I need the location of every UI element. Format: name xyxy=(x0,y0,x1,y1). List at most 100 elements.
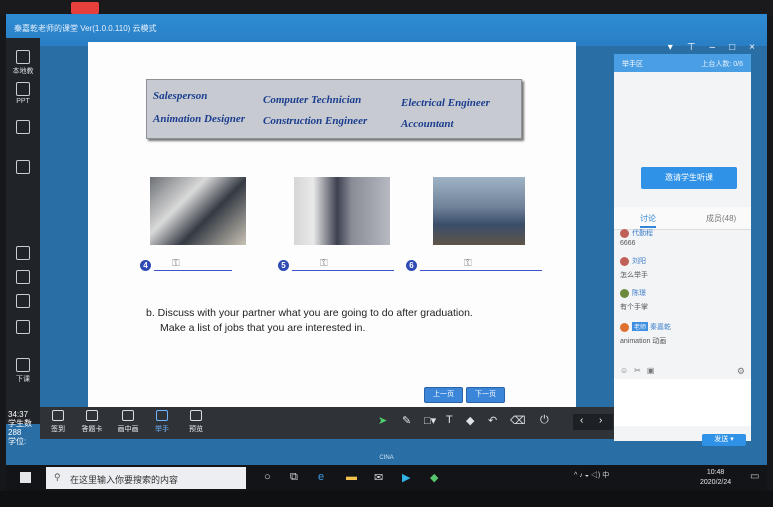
maximize-icon[interactable]: □ xyxy=(729,42,735,53)
avatar xyxy=(620,256,629,266)
cortana-icon[interactable]: ○ xyxy=(264,471,271,483)
task-view-icon[interactable]: ⧉ xyxy=(290,471,298,484)
sidebar-item-ppt[interactable]: PPT xyxy=(10,82,36,105)
chat-text: 怎么举手 xyxy=(620,272,648,279)
toolbar-answer-card[interactable]: 答题卡 xyxy=(80,410,104,434)
tab-discussion[interactable]: 讨论 xyxy=(640,213,656,228)
system-tray: ^ ♪ ◒ ◁) 中 xyxy=(574,470,609,480)
answer-line xyxy=(154,270,232,271)
gear-icon[interactable]: ⚙ xyxy=(737,366,745,377)
image-icon[interactable]: ▣ xyxy=(647,366,661,375)
chevron-left-icon[interactable]: ‹ xyxy=(580,415,583,426)
sidebar-item-7[interactable] xyxy=(10,294,36,310)
chat-message: 陈璟 xyxy=(620,288,646,298)
app-icon[interactable]: ▶ xyxy=(402,471,410,484)
job-computer-technician: Computer Technician xyxy=(263,94,362,106)
app-title: 秦嘉乾老师的课堂 Ver(1.0.0.110) 云模式 xyxy=(14,24,157,33)
screen-icon xyxy=(16,120,30,134)
invite-students-button[interactable]: 邀请学生听课 xyxy=(641,167,737,189)
monitor-bezel-bottom xyxy=(0,491,773,507)
tab-members[interactable]: 成员(48) xyxy=(706,213,736,224)
job-construction-engineer: Construction Engineer xyxy=(263,115,368,127)
volume-icon[interactable]: ◁) xyxy=(591,472,600,479)
windows-start-icon[interactable] xyxy=(20,472,31,483)
edge-icon[interactable]: e xyxy=(318,471,324,483)
answer-line xyxy=(292,270,394,271)
chat-messages: 代勤程 6666 刘阳 怎么举手 陈璟 有个手掌 老师 秦嘉乾 animation… xyxy=(614,228,751,360)
emoji-icon[interactable]: ☺ xyxy=(620,366,634,375)
camera-icon xyxy=(16,160,30,174)
music-icon xyxy=(16,294,30,308)
photo-accountant xyxy=(150,177,246,245)
exit-icon[interactable]: ⏻ xyxy=(540,414,549,427)
end-class-button[interactable]: 下课 xyxy=(10,358,36,384)
pointer-icon[interactable]: ➤ xyxy=(378,414,387,427)
card-icon xyxy=(86,410,98,421)
input-language[interactable]: 中 xyxy=(602,472,609,479)
monitor: 秦嘉乾老师的课堂 Ver(1.0.0.110) 云模式 ▾ ⊤ – □ × 本地… xyxy=(0,0,773,507)
prev-page-button[interactable]: 上一页 xyxy=(424,387,463,403)
eraser-icon[interactable]: ◆ xyxy=(466,414,474,427)
shape-icon[interactable]: □▾ xyxy=(424,414,436,427)
chevron-right-icon[interactable]: › xyxy=(599,415,602,426)
mail-icon[interactable]: ✉ xyxy=(374,471,383,484)
chat-message: 代勤程 xyxy=(620,228,653,238)
next-page-button[interactable]: 下一页 xyxy=(466,387,505,403)
chat-message: 刘阳 xyxy=(620,256,646,266)
chat-message: 老师 秦嘉乾 xyxy=(620,322,671,332)
undo-icon[interactable]: ↶ xyxy=(488,414,497,427)
job-accountant: Accountant xyxy=(401,118,454,130)
scissors-icon[interactable]: ✂ xyxy=(634,366,647,375)
settings-icon xyxy=(16,246,30,260)
jobs-word-box: Salesperson Computer Technician Electric… xyxy=(146,79,522,139)
answer-line xyxy=(420,270,542,271)
hand-raise-header: 举手区 上台人数: 0/6 xyxy=(614,54,751,72)
close-icon[interactable]: × xyxy=(749,42,755,53)
trash-icon[interactable]: ⌫ xyxy=(510,414,526,427)
avatar xyxy=(620,288,629,298)
stage-count: 上台人数: 0/6 xyxy=(701,61,743,68)
bottom-toolbar: 签到 答题卡 画中画 举手 预览 ➤ ✎ □▾ T ◆ ↶ ⌫ ⏻ xyxy=(40,407,614,439)
pip-icon xyxy=(122,410,134,421)
chat-input[interactable] xyxy=(614,379,751,426)
calendar-icon xyxy=(52,410,64,421)
windows-taskbar: ⚲ 在这里输入你要搜索的内容 ○ ⧉ e ▬ ✉ ▶ ◆ ^ ♪ ◒ ◁) 中 … xyxy=(6,465,767,491)
explorer-icon[interactable]: ▬ xyxy=(346,471,357,483)
screen: 秦嘉乾老师的课堂 Ver(1.0.0.110) 云模式 ▾ ⊤ – □ × 本地… xyxy=(6,14,767,498)
toolbar-picture-in-picture[interactable]: 画中画 xyxy=(116,410,140,434)
toolbar-signin[interactable]: 签到 xyxy=(46,410,70,434)
sidebar-item-local[interactable]: 本地教 xyxy=(10,50,36,76)
power-icon xyxy=(16,358,30,372)
ppt-icon xyxy=(16,82,30,96)
sidebar-item-4[interactable] xyxy=(10,160,36,176)
search-placeholder: 在这里输入你要搜索的内容 xyxy=(70,475,179,485)
tray-chevron-icon[interactable]: ^ xyxy=(574,472,577,479)
folder-icon xyxy=(16,50,30,64)
sidebar-item-8[interactable] xyxy=(10,320,36,336)
restore-icon[interactable]: ⊤ xyxy=(687,42,696,53)
pen-icon[interactable]: ✎ xyxy=(402,414,411,427)
taskbar-search[interactable]: ⚲ 在这里输入你要搜索的内容 xyxy=(46,467,246,489)
toolbar-raise-hand[interactable]: 举手 xyxy=(150,410,174,434)
chat-tools: ☺✂▣ xyxy=(620,366,660,375)
device-label: CINA xyxy=(379,455,394,461)
mic-icon[interactable]: ♪ xyxy=(579,472,583,479)
notification-icon[interactable]: ▭ xyxy=(750,471,759,482)
answer-blank-6: 6 ⚿ xyxy=(406,258,542,274)
network-icon[interactable]: ◒ xyxy=(585,472,589,479)
send-button[interactable]: 发送 ▾ xyxy=(702,434,746,446)
text-icon[interactable]: T xyxy=(446,414,453,426)
classroom-app-icon[interactable]: ◆ xyxy=(430,471,438,484)
sidebar-item-5[interactable] xyxy=(10,246,36,262)
toolbar-preview[interactable]: 预览 xyxy=(184,410,208,434)
minimize-icon[interactable]: – xyxy=(710,42,716,53)
taskbar-clock[interactable]: 10:48 2020/2/24 xyxy=(700,468,731,488)
job-salesperson: Salesperson xyxy=(153,90,208,102)
class-timer: 34:37 学生数 288 学位: xyxy=(8,410,32,446)
sidebar-item-6[interactable] xyxy=(10,270,36,286)
answer-blank-4: 4 ⚿ xyxy=(140,258,232,274)
left-sidebar: 本地教 PPT 下课 34:37 学生数 288 学位: xyxy=(6,38,40,446)
job-animation-designer: Animation Designer xyxy=(153,113,245,125)
sidebar-item-3[interactable] xyxy=(10,120,36,136)
pin-icon[interactable]: ▾ xyxy=(668,42,673,53)
